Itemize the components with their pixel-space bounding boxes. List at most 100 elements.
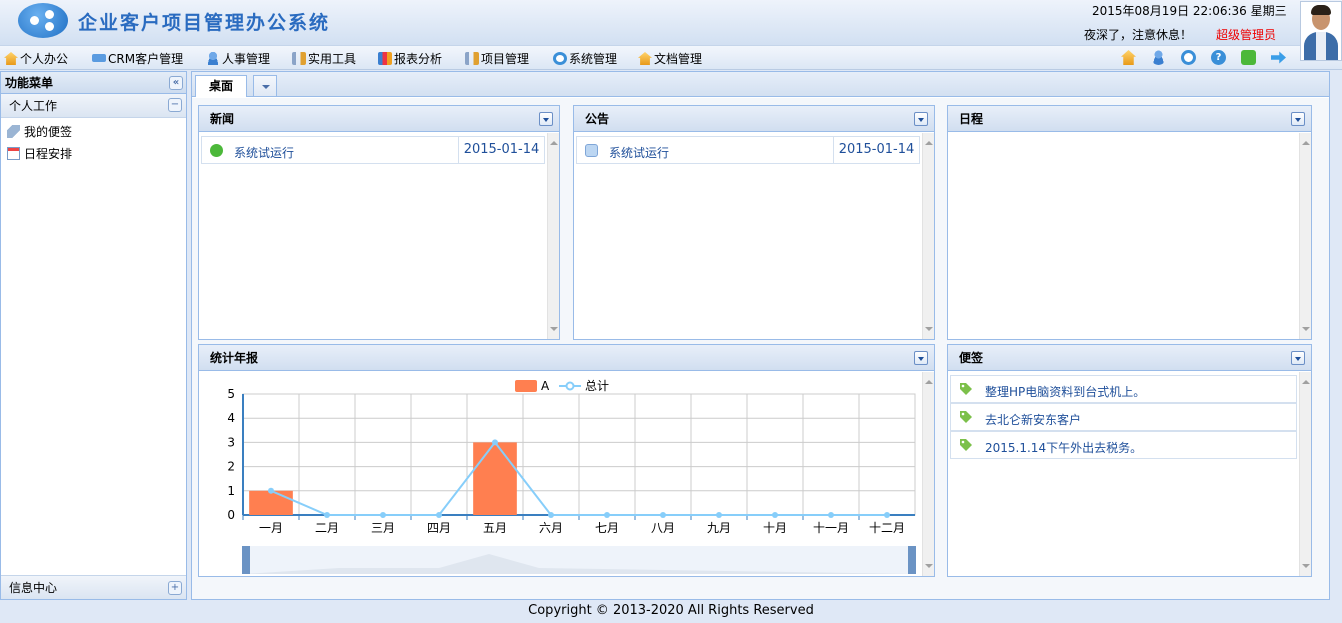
stats-menu-button[interactable] [914, 351, 928, 365]
chart-point [324, 512, 330, 518]
x-tick-label: 八月 [651, 521, 675, 535]
notice-menu-button[interactable] [914, 112, 928, 126]
note-text: 2015.1.14下午外出去税务。 [985, 441, 1143, 455]
function-menu-header: 功能菜单 « [1, 72, 186, 94]
chart-point [380, 512, 386, 518]
chart-point [492, 439, 498, 446]
message-icon [585, 144, 598, 157]
app-title: 企业客户项目管理办公系统 [78, 12, 331, 34]
home-icon [638, 52, 652, 65]
tag-icon [7, 125, 20, 138]
tools-icon [465, 52, 479, 65]
x-tick-label: 四月 [427, 521, 451, 535]
chart-bar [249, 490, 293, 515]
tools-icon [292, 52, 306, 65]
gear-icon[interactable] [1181, 50, 1196, 65]
collapse-panel-button[interactable]: « [169, 76, 183, 90]
chart-point [604, 512, 610, 518]
news-title: 新闻 [210, 112, 235, 126]
x-tick-label: 九月 [707, 521, 731, 535]
plugin-icon[interactable] [1241, 50, 1256, 65]
news-scrollbar[interactable] [547, 133, 559, 339]
calendar-icon [7, 147, 20, 160]
note-text: 去北仑新安东客户 [985, 413, 1082, 427]
chart-point [716, 512, 722, 518]
info-center-section[interactable]: 信息中心 + [1, 575, 186, 599]
menu-projects[interactable]: 项目管理 [465, 50, 529, 67]
x-tick-label: 七月 [595, 521, 619, 535]
footer-copyright: Copyright © 2013-2020 All Rights Reserve… [0, 601, 1342, 623]
notice-item-date: 2015-01-14 [833, 137, 919, 163]
collapse-section-button[interactable]: − [168, 98, 182, 112]
schedule-menu-button[interactable] [1291, 112, 1305, 126]
y-tick-label: 0 [227, 508, 235, 522]
chart-grid [242, 393, 916, 516]
user-icon[interactable] [1151, 50, 1166, 65]
legend-swatch-a [515, 380, 537, 392]
chart-icon [378, 52, 392, 65]
help-icon[interactable]: ? [1211, 50, 1226, 65]
chart-point [884, 512, 890, 518]
function-menu-panel: 功能菜单 « 个人工作 − 我的便签 日程安排 信息中心 + [0, 71, 187, 600]
chart-bar [473, 442, 517, 515]
menu-reports[interactable]: 报表分析 [378, 50, 442, 67]
tree-item-my-notes[interactable]: 我的便签 [1, 121, 186, 143]
menu-crm[interactable]: CRM客户管理 [92, 50, 183, 67]
notes-scrollbar[interactable] [1299, 372, 1311, 576]
chart-x-axis: 一月 二月 三月 四月 五月 六月 七月 八月 九月 十月 十一月 十二月 [242, 514, 915, 535]
legend-label-total: 总计 [585, 379, 609, 393]
tab-desktop[interactable]: 桌面 [195, 75, 247, 97]
dashboard: 新闻 系统试运行 2015-01-14 公告 系统试运行 2015-01-14 [192, 98, 1329, 599]
personal-work-title: 个人工作 [9, 99, 58, 113]
x-tick-label: 一月 [259, 521, 283, 535]
y-tick-label: 1 [227, 484, 235, 498]
menu-system[interactable]: 系统管理 [553, 50, 617, 67]
user-avatar[interactable] [1300, 1, 1342, 61]
x-tick-label: 十月 [763, 521, 787, 535]
expand-section-button[interactable]: + [168, 581, 182, 595]
legend-label-a: A [541, 379, 550, 393]
notes-menu-button[interactable] [1291, 351, 1305, 365]
home-icon[interactable] [1121, 50, 1136, 65]
personal-work-section[interactable]: 个人工作 − [1, 94, 186, 118]
notes-portlet: 便签 整理HP电脑资料到台式机上。 去北仑新安东客户 2015.1.14下午外出… [947, 344, 1312, 577]
list-item[interactable]: 系统试运行 2015-01-14 [576, 136, 920, 164]
user-role[interactable]: 超级管理员 [1216, 26, 1276, 43]
schedule-portlet: 日程 [947, 105, 1312, 340]
chart-point [660, 512, 666, 518]
y-tick-label: 3 [227, 435, 235, 449]
chart-point [436, 512, 442, 518]
logout-arrow-icon[interactable] [1271, 51, 1286, 64]
note-text: 整理HP电脑资料到台式机上。 [985, 385, 1146, 399]
main-content: 桌面 新闻 系统试运行 2015-01-14 公告 系统试运行 2015-01-… [191, 71, 1330, 600]
tree-item-schedule[interactable]: 日程安排 [1, 143, 186, 165]
notice-title: 公告 [585, 112, 610, 126]
datazoom-start-handle[interactable] [242, 546, 250, 574]
chart-datazoom[interactable] [242, 546, 916, 574]
notice-item-text: 系统试运行 [609, 146, 670, 160]
tab-list-dropdown[interactable] [253, 75, 277, 96]
y-tick-label: 5 [227, 387, 235, 401]
tag-icon [960, 411, 972, 423]
x-tick-label: 五月 [483, 521, 507, 535]
list-item[interactable]: 整理HP电脑资料到台式机上。 [950, 375, 1297, 403]
list-item[interactable]: 系统试运行 2015-01-14 [201, 136, 545, 164]
schedule-scrollbar[interactable] [1299, 133, 1311, 339]
news-menu-button[interactable] [539, 112, 553, 126]
menu-tools[interactable]: 实用工具 [292, 50, 356, 67]
datazoom-end-handle[interactable] [908, 546, 916, 574]
tag-icon [960, 439, 972, 451]
menu-documents[interactable]: 文档管理 [638, 50, 702, 67]
list-item[interactable]: 去北仑新安东客户 [950, 403, 1297, 431]
function-menu-title: 功能菜单 [5, 76, 54, 90]
stats-scrollbar[interactable] [922, 372, 934, 576]
annual-stats-chart: A 总计 0 1 2 3 4 5 一月 二月 三月 四月 五月 六月 七月 八月 九月 十月 十一月 十二月 [227, 379, 916, 574]
menu-personal-office[interactable]: 个人办公 [4, 50, 68, 67]
x-tick-label: 二月 [315, 521, 339, 535]
news-item-date: 2015-01-14 [458, 137, 544, 163]
notes-title: 便签 [959, 351, 984, 365]
menu-hr[interactable]: 人事管理 [206, 50, 270, 67]
list-item[interactable]: 2015.1.14下午外出去税务。 [950, 431, 1297, 459]
notice-scrollbar[interactable] [922, 133, 934, 339]
notice-portlet: 公告 系统试运行 2015-01-14 [573, 105, 935, 340]
